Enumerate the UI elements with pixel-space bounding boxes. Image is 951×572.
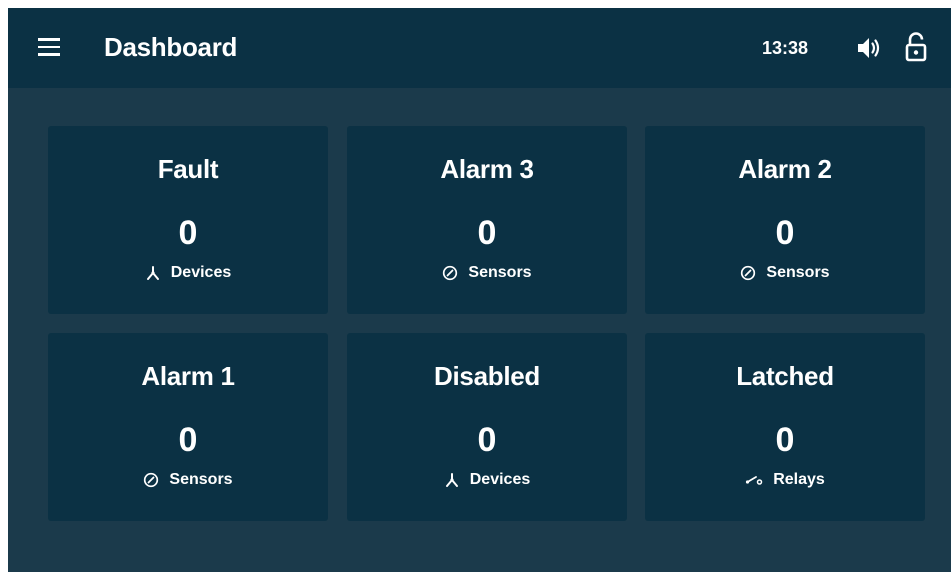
volume-icon[interactable] (856, 36, 882, 60)
tile-label: Alarm 3 (440, 154, 534, 184)
tile-label: Alarm 2 (738, 154, 832, 184)
tile-label: Fault (157, 154, 219, 184)
tile-subtitle: Devices (347, 471, 627, 489)
dashboard-screen: Dashboard 13:38 Fault 0 Devices Alarm 3 … (8, 8, 951, 572)
devices-icon (145, 265, 161, 281)
tile-alarm-1[interactable]: Alarm 1 0 Sensors (48, 333, 328, 521)
tile-subtitle: Sensors (645, 264, 925, 282)
tile-count: 0 (477, 421, 497, 459)
tile-subtitle: Sensors (48, 471, 328, 489)
sensor-gauge-icon (143, 472, 159, 488)
relay-icon (745, 474, 763, 486)
tile-sub-label: Sensors (169, 471, 233, 488)
tile-latched[interactable]: Latched 0 Relays (645, 333, 925, 521)
tile-subtitle: Devices (48, 264, 328, 282)
tile-sub-label: Sensors (766, 264, 830, 281)
tile-count: 0 (775, 421, 795, 459)
tile-count: 0 (477, 214, 497, 252)
sensor-gauge-icon (740, 265, 756, 281)
tile-sub-label: Devices (469, 471, 531, 488)
clock: 13:38 (762, 38, 809, 58)
tile-label: Latched (736, 361, 834, 391)
menu-icon[interactable] (38, 38, 60, 56)
tile-fault[interactable]: Fault 0 Devices (48, 126, 328, 314)
tile-alarm-3[interactable]: Alarm 3 0 Sensors (347, 126, 627, 314)
devices-icon (444, 472, 460, 488)
tile-count: 0 (775, 214, 795, 252)
unlocked-lock-icon[interactable] (905, 32, 927, 62)
top-bar: Dashboard 13:38 (8, 8, 951, 88)
tile-sub-label: Relays (773, 471, 825, 488)
sensor-gauge-icon (442, 265, 458, 281)
page-title: Dashboard (104, 32, 238, 62)
tile-sub-label: Sensors (468, 264, 532, 281)
tile-alarm-2[interactable]: Alarm 2 0 Sensors (645, 126, 925, 314)
tile-sub-label: Devices (170, 264, 232, 281)
tile-subtitle: Relays (645, 471, 925, 489)
tile-label: Alarm 1 (141, 361, 235, 391)
tile-count: 0 (178, 421, 198, 459)
tile-disabled[interactable]: Disabled 0 Devices (347, 333, 627, 521)
tile-count: 0 (178, 214, 198, 252)
tile-subtitle: Sensors (347, 264, 627, 282)
tile-label: Disabled (434, 361, 540, 391)
